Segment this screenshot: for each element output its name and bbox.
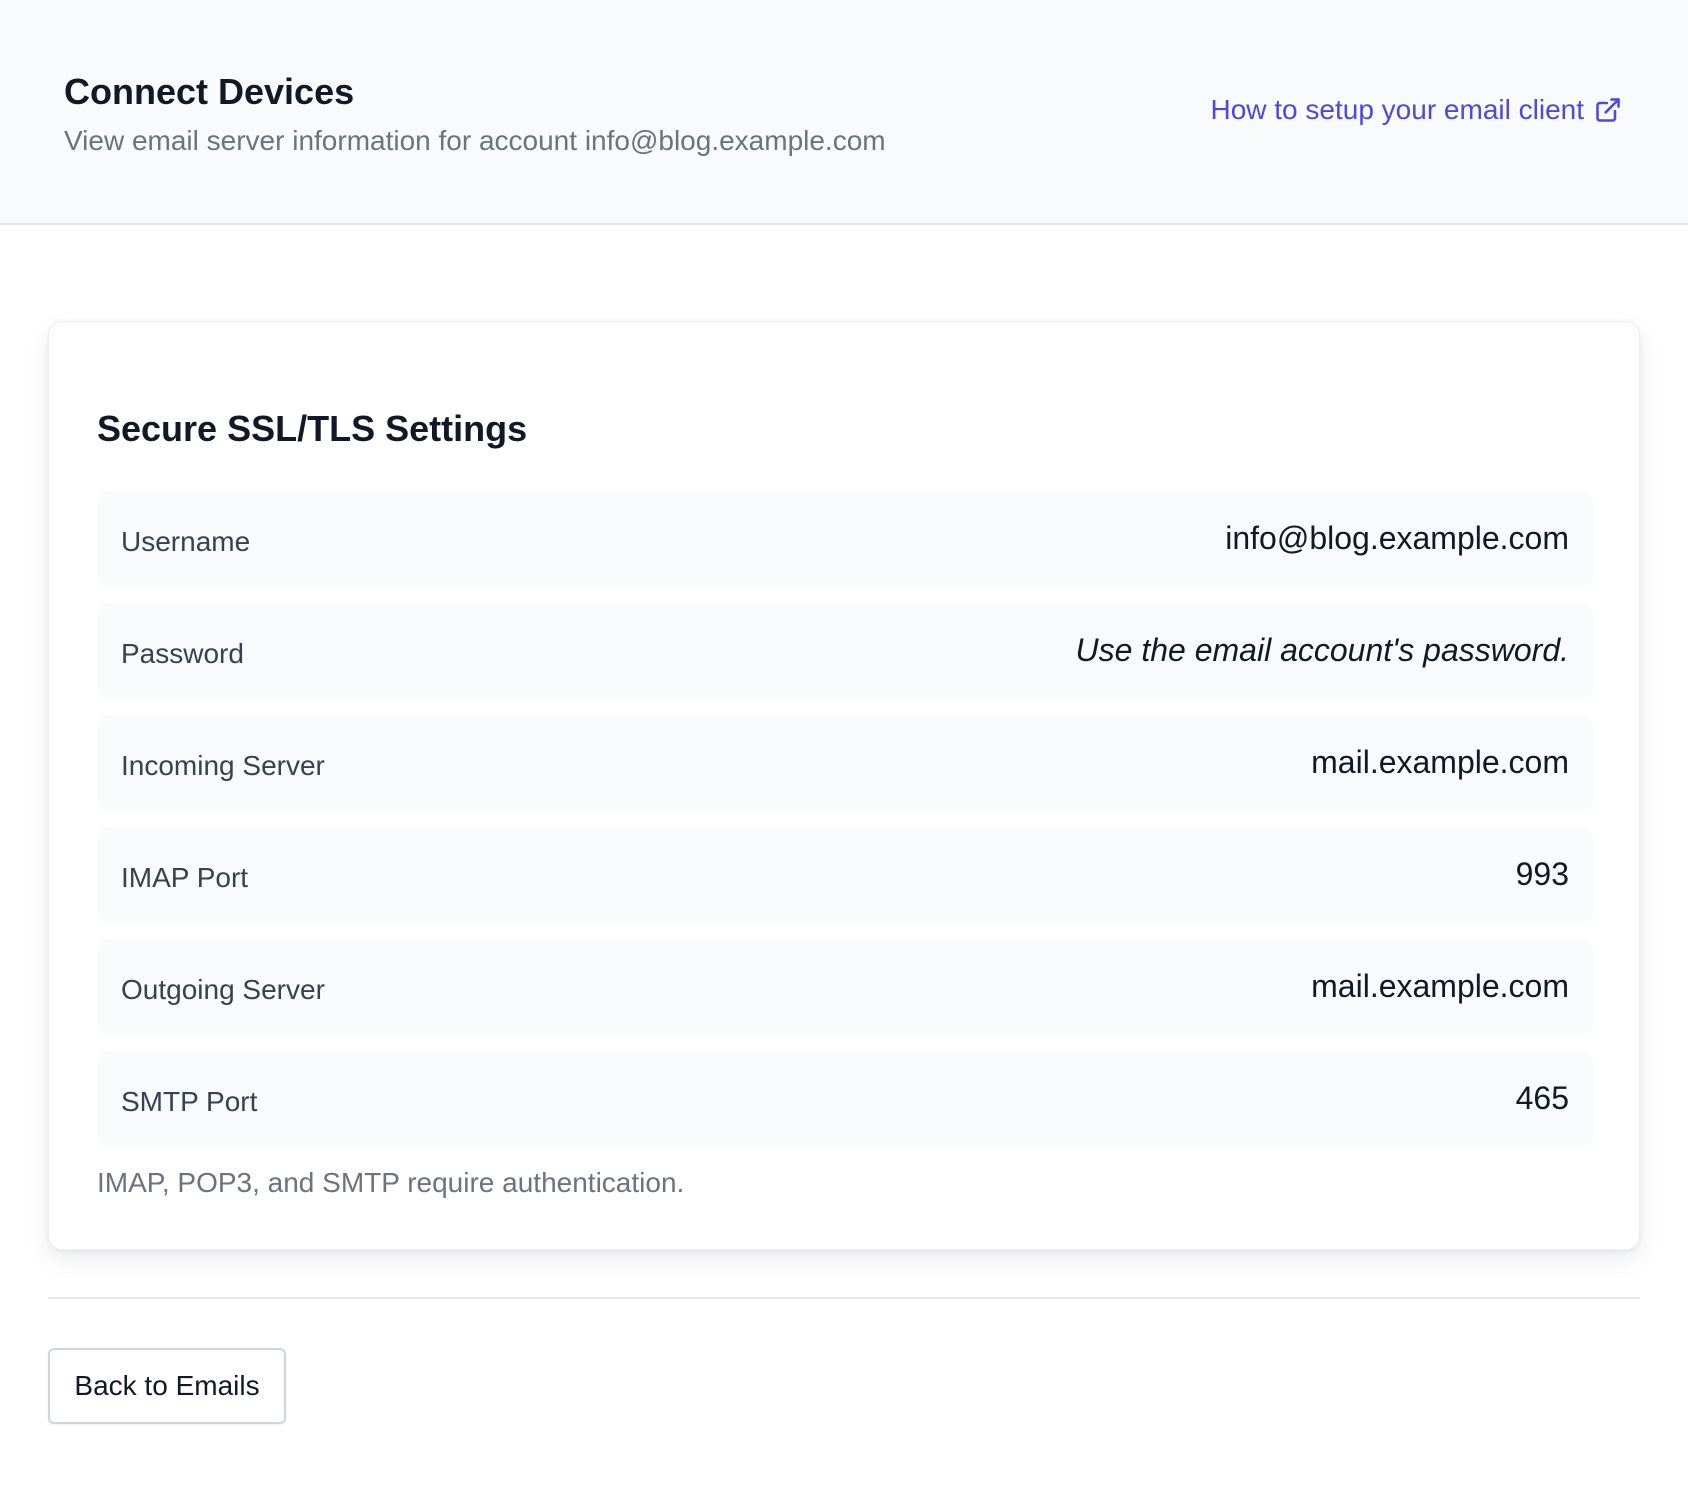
setting-label: Username [121,526,251,557]
setting-value: mail.example.com [1311,743,1569,780]
setting-row-username: Username info@blog.example.com [97,491,1593,587]
setting-value: Use the email account's password. [1075,631,1569,668]
setup-link-label: How to setup your email client [1210,94,1584,125]
setting-row-outgoing-server: Outgoing Server mail.example.com [97,939,1593,1035]
page-subtitle: View email server information for accoun… [64,125,886,156]
setting-value: mail.example.com [1311,967,1569,1004]
card-title: Secure SSL/TLS Settings [97,408,528,449]
setting-row-incoming-server: Incoming Server mail.example.com [97,715,1593,811]
setting-label: IMAP Port [121,862,249,893]
setting-value: 993 [1515,855,1569,892]
setting-row-password: Password Use the email account's passwor… [97,603,1593,699]
page-header: Connect Devices View email server inform… [0,0,1688,225]
page-title: Connect Devices [64,71,355,112]
setting-label: Outgoing Server [121,974,325,1005]
setting-row-imap-port: IMAP Port 993 [97,827,1593,923]
setting-label: Incoming Server [121,750,325,781]
setting-row-smtp-port: SMTP Port 465 [97,1051,1593,1147]
setting-label: Password [121,638,244,669]
settings-list: Username info@blog.example.com Password … [97,491,1593,1163]
divider [48,1297,1640,1299]
setting-label: SMTP Port [121,1086,258,1117]
setup-email-client-link[interactable]: How to setup your email client [1210,92,1622,128]
external-link-icon [1596,98,1620,122]
setting-value: 465 [1515,1079,1569,1116]
setting-value: info@blog.example.com [1225,519,1569,556]
authentication-note: IMAP, POP3, and SMTP require authenticat… [97,1167,685,1198]
back-to-emails-button[interactable]: Back to Emails [48,1348,286,1424]
ssl-settings-card: Secure SSL/TLS Settings Username info@bl… [48,321,1640,1250]
